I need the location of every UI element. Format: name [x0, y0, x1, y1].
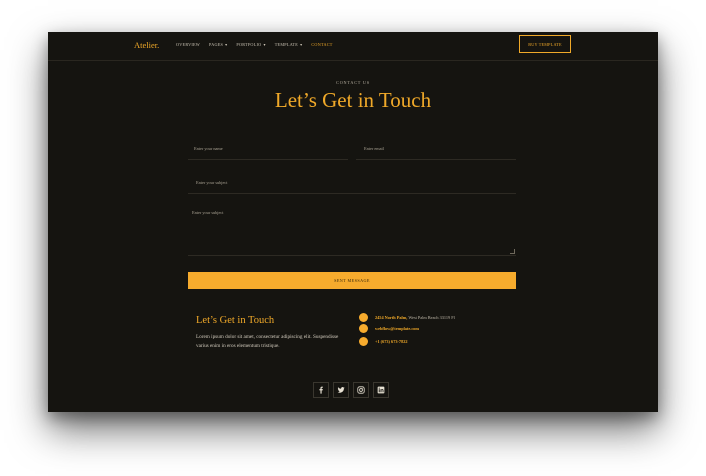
social-links: [313, 382, 389, 398]
message-placeholder: Enter your subject: [192, 210, 224, 215]
instagram-icon[interactable]: [353, 382, 369, 398]
nav-item-portfolio[interactable]: PORTFOLIO ▾: [236, 42, 265, 47]
chevron-down-icon: ▾: [300, 42, 303, 47]
name-field[interactable]: Enter your name: [188, 144, 348, 160]
page-title: Let’s Get in Touch: [274, 88, 432, 112]
nav-item-label: TEMPLATE: [274, 42, 299, 47]
phone-icon: [359, 337, 368, 346]
email-item[interactable]: webflow@template.com: [359, 324, 419, 333]
email-link[interactable]: webflow@template.com: [375, 326, 419, 331]
location-icon: [359, 313, 368, 322]
section-eyebrow: CONTACT US: [336, 80, 370, 85]
nav-item-label: PAGES: [209, 42, 224, 47]
info-description: Lorem ipsum dolor sit amet, consectetur …: [196, 334, 339, 349]
contact-page: Atelier. OVERVIEW PAGES ▾ PORTFOLIO ▾ TEMP…: [48, 32, 658, 412]
nav-item-template[interactable]: TEMPLATE ▾: [275, 42, 303, 47]
nav-item-label: CONTACT: [311, 42, 333, 47]
nav-menu: OVERVIEW PAGES ▾ PORTFOLIO ▾ TEMPLATE ▾ CON…: [176, 42, 333, 47]
nav-item-pages[interactable]: PAGES ▾: [209, 42, 227, 47]
resize-handle-icon[interactable]: [510, 249, 515, 254]
subject-field[interactable]: Enter your subject: [188, 178, 516, 194]
address-city: West Palm Beach 33119 Fl: [407, 315, 455, 320]
twitter-icon[interactable]: [333, 382, 349, 398]
send-message-button[interactable]: SENT MESSAGE: [188, 272, 516, 289]
facebook-icon[interactable]: [313, 382, 329, 398]
message-textarea[interactable]: Enter your subject: [188, 208, 516, 256]
chevron-down-icon: ▾: [263, 42, 266, 47]
nav-item-contact[interactable]: CONTACT: [311, 42, 332, 47]
linkedin-icon[interactable]: [373, 382, 389, 398]
chevron-down-icon: ▾: [225, 42, 228, 47]
info-title: Let’s Get in Touch: [196, 315, 275, 326]
phone-item[interactable]: +1 (673) 673-7822: [359, 337, 408, 346]
email-field[interactable]: Enter email: [356, 144, 516, 160]
nav-item-overview[interactable]: OVERVIEW: [176, 42, 200, 47]
phone-link[interactable]: +1 (673) 673-7822: [375, 339, 408, 344]
top-navigation: Atelier. OVERVIEW PAGES ▾ PORTFOLIO ▾ TEMP…: [48, 32, 658, 61]
nav-item-label: OVERVIEW: [176, 42, 200, 47]
address-item: 2454 North Palm, West Palm Beach 33119 F…: [359, 313, 455, 322]
address-street: 2454 North Palm,: [375, 315, 408, 320]
mail-icon: [359, 324, 368, 333]
brand-logo[interactable]: Atelier.: [134, 40, 159, 50]
buy-template-button[interactable]: BUY TEMPLATE: [519, 35, 571, 53]
nav-item-label: PORTFOLIO: [236, 42, 262, 47]
